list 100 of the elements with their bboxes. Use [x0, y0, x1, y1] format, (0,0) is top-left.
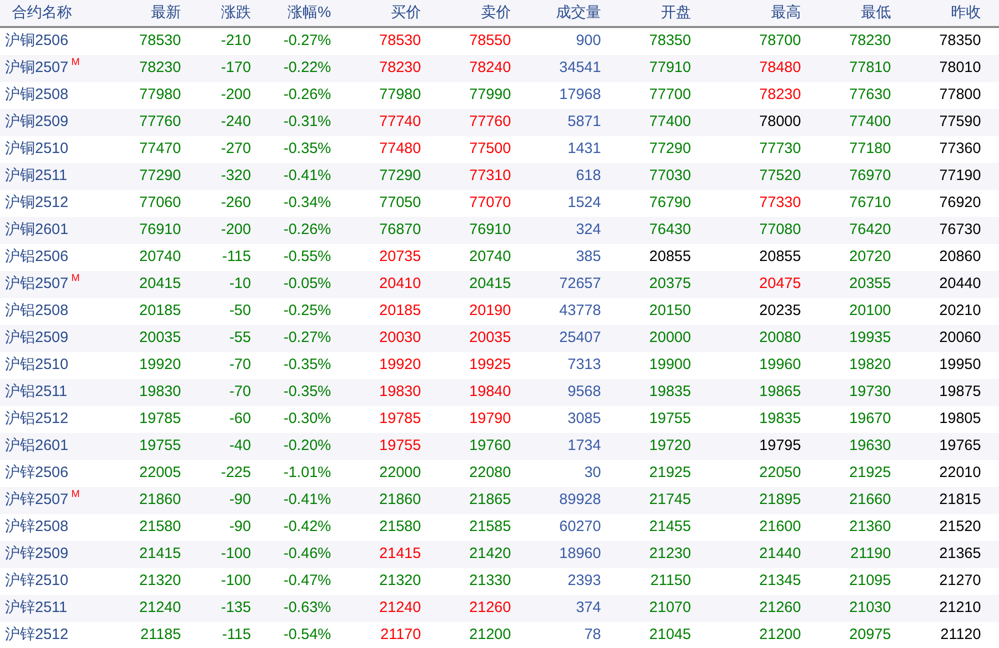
table-cell-text: 2393 [568, 571, 601, 592]
column-header[interactable]: 成交量 [511, 2, 601, 24]
contract-name: 沪铜2508 [5, 85, 68, 106]
contract-name: 沪铝2508 [5, 301, 68, 322]
table-cell-text: 1734 [568, 436, 601, 456]
contract-name: 沪铝2507 [5, 274, 68, 294]
table-cell-text: -0.41% [283, 490, 331, 510]
table-cell-text: 19925 [469, 355, 511, 376]
table-cell-text: 19820 [849, 355, 891, 376]
table-cell-text: 20855 [649, 247, 691, 268]
table-cell-text: 17968 [559, 85, 601, 106]
table-cell-text: -200 [220, 220, 251, 240]
table-cell-text: 77290 [379, 166, 421, 186]
column-header[interactable]: 最低 [801, 2, 891, 24]
table-cell-text: 22010 [939, 463, 981, 484]
table-cell-text: 19805 [939, 409, 981, 430]
table-cell-text: 20720 [849, 247, 891, 268]
column-header[interactable]: 买价 [331, 2, 421, 24]
table-cell-text: 19900 [649, 355, 691, 376]
table-cell-text: 1431 [568, 139, 601, 160]
contract-name: 沪铜2512 [5, 193, 68, 214]
table-cell-text: -0.05% [283, 274, 331, 294]
contract-name: 沪铜2601 [5, 220, 68, 240]
table-cell-text: 21320 [379, 571, 421, 592]
column-header[interactable]: 涨跌 [181, 2, 251, 24]
column-header[interactable]: 涨幅% [251, 2, 331, 24]
table-cell-text: 19840 [469, 382, 511, 402]
table-cell-text: 76970 [849, 166, 891, 186]
table-cell-text: 78230 [849, 31, 891, 52]
table-cell-text: -0.26% [283, 220, 331, 240]
table-cell-text: 77070 [469, 193, 511, 214]
column-header[interactable]: 昨收 [891, 2, 981, 24]
table-cell-text: 20735 [379, 247, 421, 268]
table-cell-text: 20080 [759, 328, 801, 348]
table-cell-text: -90 [229, 517, 251, 538]
table-cell-text: 76430 [649, 220, 691, 240]
table-cell-text: -10 [229, 274, 251, 294]
table-cell-text: -0.22% [283, 58, 331, 78]
table-cell-text: 21260 [469, 598, 511, 618]
table-cell-text: -0.20% [283, 436, 331, 456]
contract-name: 沪铝2509 [5, 328, 68, 348]
table-cell-text: -200 [220, 85, 251, 106]
column-header[interactable]: 卖价 [421, 2, 511, 24]
table-cell-text: 20475 [759, 274, 801, 294]
table-cell-text: 20035 [139, 328, 181, 348]
table-cell-text: -70 [229, 355, 251, 376]
table-cell-text: 77520 [759, 166, 801, 186]
table-cell-text: 89928 [559, 490, 601, 510]
table-cell-text: 78230 [759, 85, 801, 106]
table-cell-text: 20035 [469, 328, 511, 348]
table-cell-text: 21860 [139, 490, 181, 510]
table-cell-text: 21925 [649, 463, 691, 484]
table-cell-text: 21095 [849, 571, 891, 592]
column-header[interactable]: 开盘 [601, 2, 691, 24]
table-cell-text: 34541 [559, 58, 601, 78]
table-cell-text: 21455 [649, 517, 691, 538]
column-header[interactable]: 合约名称 [0, 2, 110, 24]
table-cell-text: 21745 [649, 490, 691, 510]
table-cell-text: 618 [576, 166, 601, 186]
table-cell-text: 77290 [139, 166, 181, 186]
table-cell-text: 20415 [469, 274, 511, 294]
table-cell-text: -90 [229, 490, 251, 510]
table-cell-text: 19760 [469, 436, 511, 456]
table-cell-text: 21270 [939, 571, 981, 592]
table-cell-text: 21045 [649, 625, 691, 646]
table-cell-text: 20185 [139, 301, 181, 322]
table-cell-text: 21260 [759, 598, 801, 618]
table-cell-text: 72657 [559, 274, 601, 294]
table-cell-text: 77400 [649, 112, 691, 132]
table-cell-text: 21660 [849, 490, 891, 510]
table-cell-text: 19875 [939, 382, 981, 402]
table-cell-text: 60270 [559, 517, 601, 538]
contract-name: 沪锌2508 [5, 517, 68, 538]
table-cell-text: 76910 [139, 220, 181, 240]
contract-name: 沪铜2511 [5, 166, 68, 186]
table-cell-text: 77760 [139, 112, 181, 132]
contract-name: 沪铝2506 [5, 247, 68, 268]
table-cell-text: -0.35% [283, 139, 331, 160]
column-header[interactable]: 最新 [110, 2, 181, 24]
table-cell-text: 20740 [139, 247, 181, 268]
table-cell-text: 20375 [649, 274, 691, 294]
table-cell-text: 76710 [849, 193, 891, 214]
table-cell-text: 21240 [379, 598, 421, 618]
table-cell-text: -0.34% [283, 193, 331, 214]
table-cell-text: 78550 [469, 31, 511, 52]
table-cell-text: 19670 [849, 409, 891, 430]
table-cell-text: 20855 [759, 247, 801, 268]
table-cell-text: 21815 [939, 490, 981, 510]
table-cell-text: -0.25% [283, 301, 331, 322]
table-cell-text: 77310 [469, 166, 511, 186]
contract-name: 沪铝2601 [5, 436, 68, 456]
table-cell-text: 1524 [568, 193, 601, 214]
table-cell-text: 21580 [379, 517, 421, 538]
table-cell-text: 20210 [939, 301, 981, 322]
table-cell-text: 19795 [759, 436, 801, 456]
table-cell-text: -0.47% [283, 571, 331, 592]
table-cell-text: 20860 [939, 247, 981, 268]
table-cell-text: 21240 [139, 598, 181, 618]
table-cell-text: 77980 [379, 85, 421, 106]
column-header[interactable]: 最高 [691, 2, 801, 24]
